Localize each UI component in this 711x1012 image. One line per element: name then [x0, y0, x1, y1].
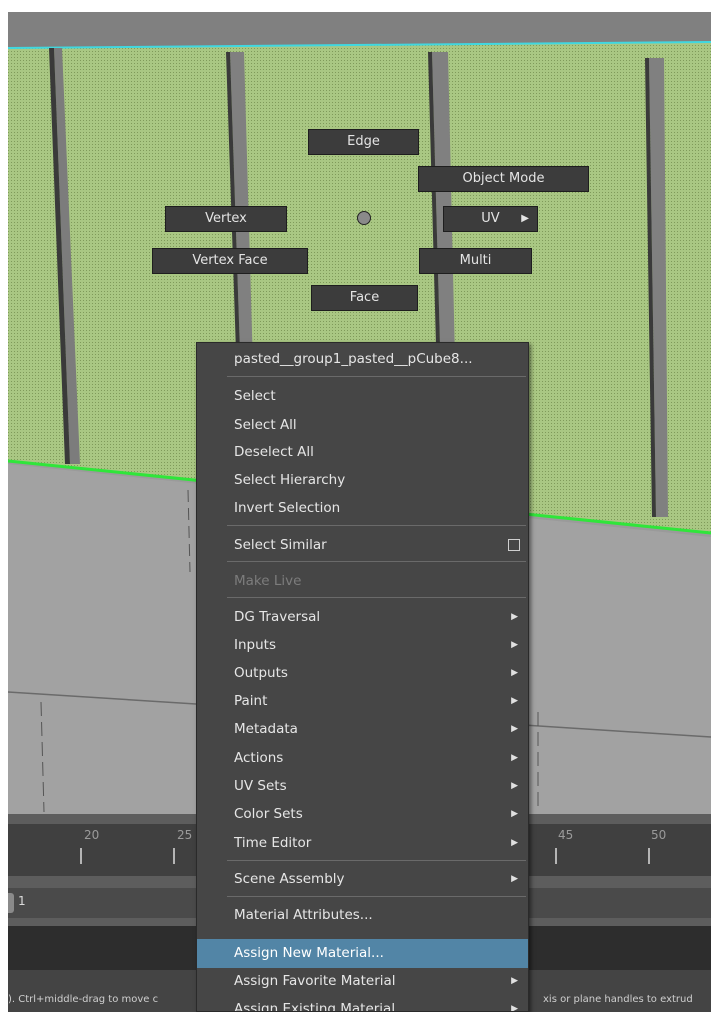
menu-separator — [227, 597, 526, 598]
menu-item-label: Assign Existing Material — [234, 1001, 396, 1012]
marking-menu-center-icon — [357, 211, 371, 225]
menu-item-select-all[interactable]: Select All — [197, 411, 528, 440]
range-handle[interactable] — [8, 893, 14, 913]
submenu-arrow-icon: ▶ — [511, 1004, 518, 1012]
menu-separator — [227, 896, 526, 897]
submenu-arrow-icon: ▶ — [511, 781, 518, 791]
menu-item-label: Inputs — [234, 637, 276, 653]
menu-item-label: UV Sets — [234, 778, 287, 794]
marking-menu-uv[interactable]: UV ▶ — [443, 206, 538, 232]
menu-item-label: DG Traversal — [234, 609, 321, 625]
menu-item-label: Color Sets — [234, 806, 303, 822]
menu-item-assign-new-material[interactable]: Assign New Material... — [197, 939, 528, 968]
tick-label: 45 — [558, 828, 574, 842]
menu-separator — [227, 860, 526, 861]
menu-item-select[interactable]: Select — [197, 382, 528, 411]
marking-menu-edge[interactable]: Edge — [308, 129, 419, 155]
submenu-arrow-icon: ▶ — [511, 976, 518, 986]
menu-item-dg-traversal[interactable]: DG Traversal ▶ — [197, 603, 528, 632]
menu-item-select-hierarchy[interactable]: Select Hierarchy — [197, 466, 528, 495]
context-menu: pasted__group1_pasted__pCube8... Select … — [196, 342, 529, 1012]
menu-item-invert-selection[interactable]: Invert Selection — [197, 494, 528, 523]
menu-item-label: Metadata — [234, 721, 298, 737]
option-box-icon[interactable] — [508, 539, 520, 551]
submenu-arrow-icon: ▶ — [511, 874, 518, 884]
tick-label: 25 — [177, 828, 193, 842]
submenu-arrow-icon: ▶ — [511, 668, 518, 678]
tick-label: 20 — [84, 828, 100, 842]
marking-menu-vertex-face[interactable]: Vertex Face — [152, 248, 308, 274]
marking-menu-object-mode[interactable]: Object Mode — [418, 166, 589, 192]
marking-menu-multi[interactable]: Multi — [419, 248, 532, 274]
submenu-arrow-icon: ▶ — [511, 612, 518, 622]
menu-item-actions[interactable]: Actions ▶ — [197, 744, 528, 773]
menu-item-paint[interactable]: Paint ▶ — [197, 687, 528, 716]
menu-object-name: pasted__group1_pasted__pCube8... — [234, 351, 473, 367]
menu-item-deselect-all[interactable]: Deselect All — [197, 438, 528, 467]
submenu-arrow-icon: ▶ — [511, 809, 518, 819]
submenu-arrow-icon: ▶ — [511, 753, 518, 763]
menu-item-outputs[interactable]: Outputs ▶ — [197, 659, 528, 688]
help-text-left: ). Ctrl+middle-drag to move c — [8, 994, 159, 1005]
menu-item-assign-existing-material[interactable]: Assign Existing Material ▶ — [197, 995, 528, 1012]
marking-menu-vertex[interactable]: Vertex — [165, 206, 287, 232]
menu-item-uv-sets[interactable]: UV Sets ▶ — [197, 772, 528, 801]
menu-separator — [227, 561, 526, 562]
menu-item-inputs[interactable]: Inputs ▶ — [197, 631, 528, 660]
submenu-arrow-icon: ▶ — [511, 724, 518, 734]
submenu-arrow-icon: ▶ — [511, 640, 518, 650]
menu-item-label: Scene Assembly — [234, 871, 345, 887]
menu-item-assign-favorite-material[interactable]: Assign Favorite Material ▶ — [197, 967, 528, 996]
marking-menu-uv-label: UV — [481, 211, 500, 226]
tick-label: 50 — [651, 828, 667, 842]
menu-item-label: Outputs — [234, 665, 288, 681]
menu-item-label: Assign Favorite Material — [234, 973, 396, 989]
menu-item-select-similar[interactable]: Select Similar — [197, 531, 528, 560]
menu-separator — [227, 376, 526, 377]
menu-item-label: Select Similar — [234, 537, 327, 553]
menu-item-metadata[interactable]: Metadata ▶ — [197, 715, 528, 744]
menu-item-make-live: Make Live — [234, 573, 302, 589]
menu-item-time-editor[interactable]: Time Editor ▶ — [197, 829, 528, 858]
tick-mark — [80, 848, 82, 864]
submenu-arrow-icon: ▶ — [511, 696, 518, 706]
menu-item-label: Paint — [234, 693, 268, 709]
range-start-value: 1 — [18, 894, 26, 908]
marking-menu-face[interactable]: Face — [311, 285, 418, 311]
menu-item-label: Time Editor — [234, 835, 312, 851]
menu-item-scene-assembly[interactable]: Scene Assembly ▶ — [197, 865, 528, 894]
submenu-arrow-icon: ▶ — [521, 213, 529, 224]
menu-item-material-attributes[interactable]: Material Attributes... — [197, 901, 528, 930]
menu-separator — [227, 525, 526, 526]
tick-mark — [648, 848, 650, 864]
maya-window: Edge Object Mode Vertex UV ▶ Vertex Face… — [8, 12, 711, 1012]
tick-mark — [173, 848, 175, 864]
help-text-right: xis or plane handles to extrud — [543, 994, 693, 1005]
menu-item-color-sets[interactable]: Color Sets ▶ — [197, 800, 528, 829]
menu-item-label: Actions — [234, 750, 284, 766]
tick-mark — [555, 848, 557, 864]
submenu-arrow-icon: ▶ — [511, 838, 518, 848]
